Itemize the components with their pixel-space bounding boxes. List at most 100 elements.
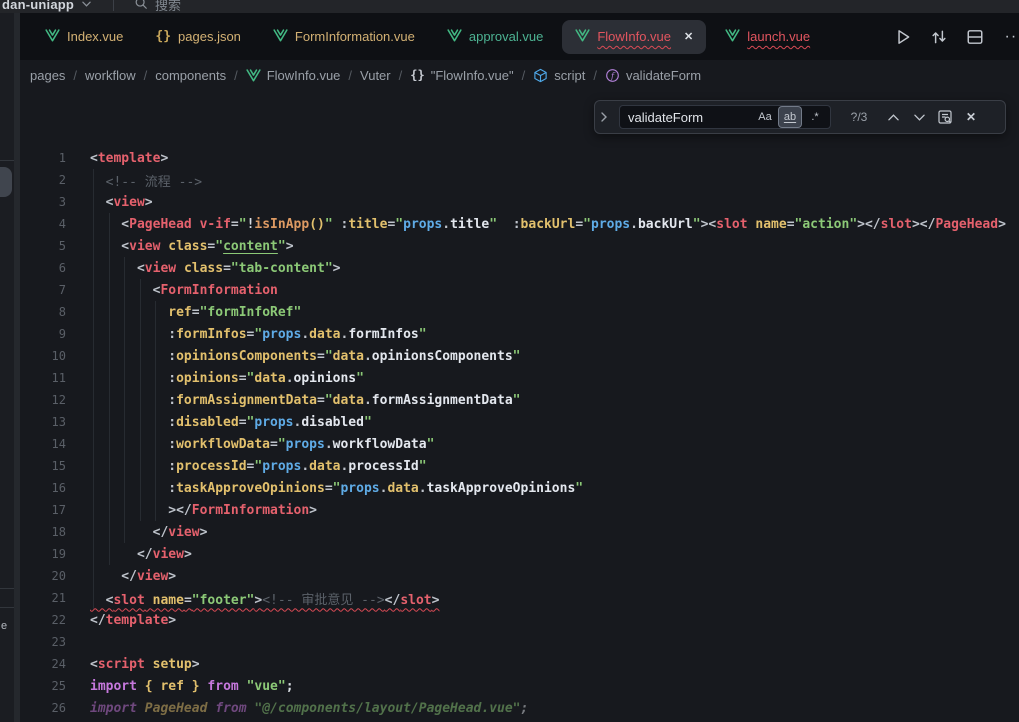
line-text[interactable]: <slot name="footer"><!-- 审批意见 --></slot> [66,589,439,608]
tab-forminformation-vue[interactable]: FormInformation.vue [260,20,428,54]
code-token: ref [168,305,191,320]
find-input[interactable] [628,110,751,125]
code-token: PageHead [145,701,208,716]
whole-word-toggle[interactable]: ab [779,107,801,127]
code-line[interactable]: 21 <slot name="footer"><!-- 审批意见 --></sl… [20,587,1019,609]
code-line[interactable]: 11 :opinions="data.opinions" [20,367,1019,389]
vue-icon [575,29,590,45]
code-line[interactable]: 2 <!-- 流程 --> [20,169,1019,191]
line-text[interactable]: :workflowData="props.workflowData" [66,437,434,452]
line-text[interactable]: <template> [66,151,168,166]
breadcrumb-item-flowinfo-vue[interactable]: {}"FlowInfo.vue" [410,68,513,83]
breadcrumb-item-components[interactable]: components [155,68,226,83]
breadcrumb-item-script[interactable]: script [533,68,585,83]
code-token: < [90,151,98,166]
code-line[interactable]: 1<template> [20,147,1019,169]
regex-toggle[interactable]: .* [804,107,826,127]
line-text[interactable]: :formAssignmentData="data.formAssignment… [66,393,521,408]
project-name[interactable]: dan-uniapp [2,0,74,12]
code-line[interactable]: 6 <view class="tab-content"> [20,257,1019,279]
find-in-selection-button[interactable] [935,107,955,127]
code-line[interactable]: 14 :workflowData="props.workflowData" [20,433,1019,455]
code-token: <!-- 流程 --> [90,175,202,190]
line-text[interactable]: ></FormInformation> [66,503,317,518]
more-icon[interactable]: ··· [1001,27,1019,47]
code-line[interactable]: 16 :taskApproveOpinions="props.data.task… [20,477,1019,499]
line-text[interactable]: </view> [66,547,192,562]
code-token: view [153,547,184,562]
compare-changes-icon[interactable] [929,27,949,47]
code-line[interactable]: 18 </view> [20,521,1019,543]
code-editor[interactable]: 1<template>2 <!-- 流程 -->3 <view>4 <PageH… [20,147,1019,719]
breadcrumb-separator: / [234,68,238,83]
chevron-down-icon[interactable] [82,1,91,7]
find-previous-button[interactable] [883,107,903,127]
breadcrumb-item-pages[interactable]: pages [30,68,65,83]
breadcrumb-item-vuter[interactable]: Vuter [360,68,391,83]
line-text[interactable]: </template> [66,613,176,628]
line-text[interactable]: <script setup> [66,657,200,672]
code-line[interactable]: 4 <PageHead v-if="!isInApp()" :title="pr… [20,213,1019,235]
tab-flowinfo-vue[interactable]: FlowInfo.vue✕ [562,20,706,54]
line-text[interactable]: <PageHead v-if="!isInApp()" :title="prop… [66,217,1006,232]
code-token: view [145,261,176,276]
line-text[interactable]: :taskApproveOpinions="props.data.taskApp… [66,481,583,496]
line-text[interactable]: <view> [66,195,153,210]
line-text[interactable]: </view> [66,525,207,540]
find-next-button[interactable] [909,107,929,127]
code-line[interactable]: 8 ref="formInfoRef" [20,301,1019,323]
code-line[interactable]: 23 [20,631,1019,653]
code-line[interactable]: 9 :formInfos="props.data.formInfos" [20,323,1019,345]
indent-guide [155,301,156,521]
line-text[interactable]: <view class="content"> [66,239,294,254]
code-line[interactable]: 24<script setup> [20,653,1019,675]
line-text[interactable]: :disabled="props.disabled" [66,415,372,430]
match-case-toggle[interactable]: Aa [754,107,776,127]
tab-pages-json[interactable]: {}pages.json [142,20,254,54]
tab-approval-vue[interactable]: approval.vue [434,20,556,54]
code-line[interactable]: 7 <FormInformation [20,279,1019,301]
indent-guide [93,169,94,609]
code-line[interactable]: 26import PageHead from "@/components/lay… [20,697,1019,719]
code-token: data [309,459,340,474]
code-token: > [184,547,192,562]
line-text[interactable]: import PageHead from "@/components/layou… [66,701,528,716]
code-token: > [168,613,176,628]
line-text[interactable]: </view> [66,569,176,584]
line-text[interactable]: ref="formInfoRef" [66,305,301,320]
code-line[interactable]: 3 <view> [20,191,1019,213]
line-text[interactable]: <view class="tab-content"> [66,261,340,276]
tab-launch-vue[interactable]: launch.vue [712,20,823,54]
rail-selected-item[interactable] [0,167,12,197]
code-line[interactable]: 5 <view class="content"> [20,235,1019,257]
code-line[interactable]: 13 :disabled="props.disabled" [20,411,1019,433]
line-text[interactable]: :opinionsComponents="data.opinionsCompon… [66,349,521,364]
line-text[interactable]: <!-- 流程 --> [66,171,202,190]
code-line[interactable]: 12 :formAssignmentData="data.formAssignm… [20,389,1019,411]
code-line[interactable]: 22</template> [20,609,1019,631]
breadcrumb-item-flowinfo-vue[interactable]: FlowInfo.vue [246,68,341,83]
close-icon[interactable]: ✕ [684,30,693,43]
global-search[interactable]: 搜索 [134,0,181,13]
code-line[interactable]: 17 ></FormInformation> [20,499,1019,521]
code-line[interactable]: 15 :processId="props.data.processId" [20,455,1019,477]
line-text[interactable]: :opinions="data.opinions" [66,371,364,386]
code-line[interactable]: 20 </view> [20,565,1019,587]
code-line[interactable]: 19 </view> [20,543,1019,565]
split-editor-icon[interactable] [965,27,985,47]
breadcrumb-separator: / [593,68,597,83]
tab-index-vue[interactable]: Index.vue [32,20,136,54]
line-text[interactable]: :formInfos="props.data.formInfos" [66,327,427,342]
line-text[interactable]: <FormInformation [66,283,278,298]
code-token: import [90,701,137,716]
line-text[interactable]: import { ref } from "vue"; [66,679,294,694]
find-close-button[interactable]: ✕ [961,107,981,127]
run-icon[interactable] [893,27,913,47]
line-text[interactable]: :processId="props.data.processId" [66,459,427,474]
code-line[interactable]: 25import { ref } from "vue"; [20,675,1019,697]
code-line[interactable]: 10 :opinionsComponents="data.opinionsCom… [20,345,1019,367]
find-expand-toggle[interactable] [595,101,613,133]
breadcrumb-item-validateform[interactable]: fvalidateForm [605,68,701,83]
breadcrumb-item-workflow[interactable]: workflow [85,68,136,83]
rail-border[interactable] [14,13,20,722]
